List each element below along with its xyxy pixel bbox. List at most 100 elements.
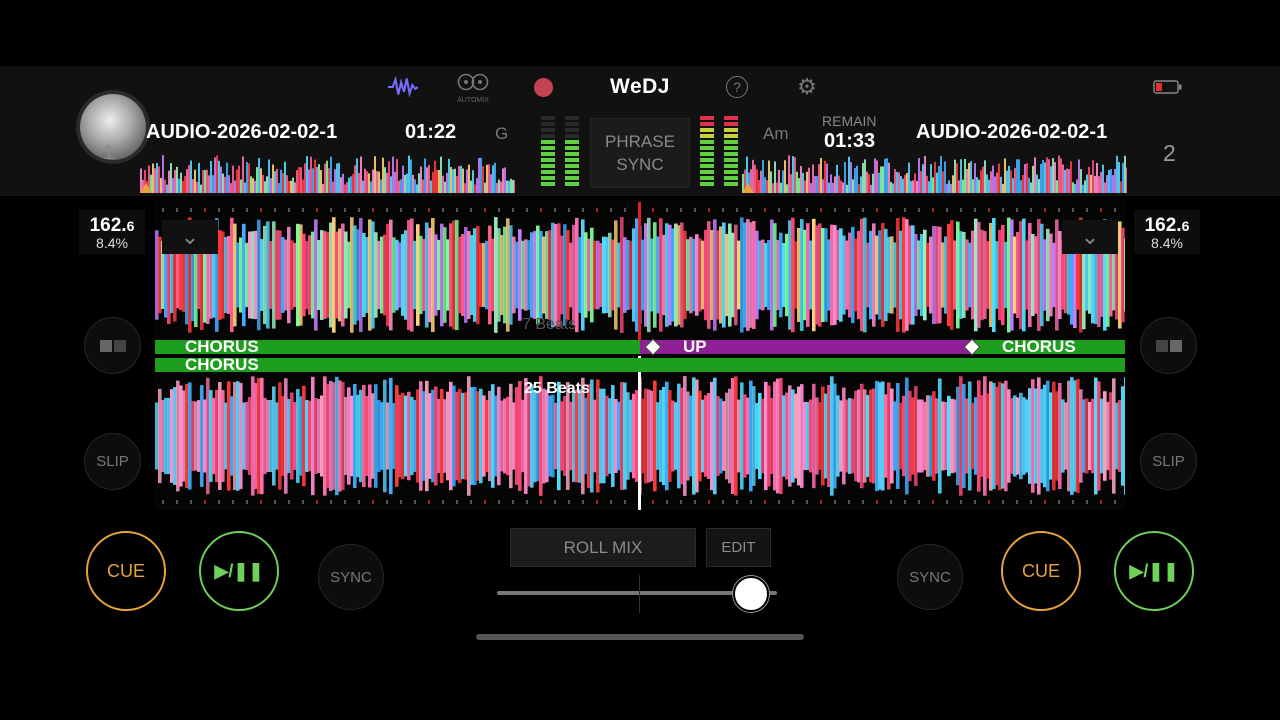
- overview-slice: [154, 168, 156, 193]
- overview-slice: [886, 158, 888, 193]
- overview-slice: [506, 180, 508, 193]
- overview-slice: [192, 179, 194, 193]
- overview-slice: [194, 169, 196, 193]
- overview-slice: [884, 158, 886, 193]
- deck1-overview-waveform[interactable]: [140, 153, 515, 193]
- deck2-overview-waveform[interactable]: [742, 153, 1127, 193]
- deck2-layout-toggle-button[interactable]: [1140, 317, 1197, 374]
- deck2-slip-button[interactable]: SLIP: [1140, 433, 1197, 490]
- overview-slice: [508, 180, 510, 193]
- overview-slice: [190, 160, 192, 193]
- deck1-key: G: [495, 124, 509, 143]
- overview-slice: [938, 165, 940, 193]
- overview-slice: [752, 159, 754, 193]
- overview-slice: [888, 162, 890, 193]
- deck2-level-meter-l: [700, 116, 714, 188]
- waveform-icon[interactable]: [388, 74, 418, 100]
- overview-slice: [422, 179, 424, 193]
- deck2-play-pause-button[interactable]: ▶/❚❚: [1114, 531, 1194, 611]
- roll-mix-button[interactable]: ROLL MIX: [510, 528, 696, 567]
- meter-segment: [565, 158, 579, 162]
- overview-slice: [868, 173, 870, 193]
- deck2-cue-button[interactable]: CUE: [1001, 531, 1081, 611]
- overview-slice: [252, 178, 254, 193]
- deck1-phrase-up-label: UP: [683, 337, 707, 356]
- automix-label: AUTOMIX: [457, 97, 489, 104]
- waveform-display[interactable]: [155, 200, 1128, 510]
- bottom-beats-label: 25 Beats: [524, 380, 590, 397]
- overview-slice: [842, 182, 844, 193]
- deck2-bpm-display[interactable]: 162.6 8.4%: [1134, 210, 1200, 254]
- overview-slice: [792, 156, 794, 193]
- overview-slice: [1058, 155, 1060, 193]
- overview-slice: [258, 157, 260, 193]
- deck1-slip-button[interactable]: SLIP: [84, 433, 141, 490]
- deck1-cue-button[interactable]: CUE: [86, 531, 166, 611]
- waveform-canvas: [155, 202, 1128, 510]
- overview-slice: [360, 156, 362, 193]
- record-icon[interactable]: [534, 78, 553, 97]
- overview-slice: [176, 166, 178, 193]
- overview-slice: [406, 173, 408, 193]
- deck1-track-title[interactable]: AUDIO-2026-02-02-1: [146, 121, 362, 144]
- overview-slice: [394, 171, 396, 193]
- deck2-remain-label: REMAIN: [822, 113, 877, 129]
- overview-slice: [800, 166, 802, 193]
- overview-slice: [1008, 165, 1010, 193]
- overview-slice: [1126, 167, 1127, 193]
- overview-slice: [882, 166, 884, 193]
- overview-slice: [414, 179, 416, 193]
- phrase-sync-button[interactable]: PHRASE SYNC: [590, 118, 690, 188]
- overview-slice: [1110, 168, 1112, 193]
- deck2-chevron-down-icon[interactable]: ⌄: [1062, 220, 1118, 254]
- overview-slice: [466, 169, 468, 193]
- deck1-layout-toggle-button[interactable]: [84, 317, 141, 374]
- help-icon[interactable]: ?: [726, 76, 748, 98]
- overview-slice: [242, 156, 244, 193]
- crossfader-handle[interactable]: [733, 576, 769, 612]
- overview-slice: [900, 175, 902, 193]
- overview-slice: [918, 158, 920, 193]
- edit-button[interactable]: EDIT: [706, 528, 771, 567]
- overview-slice: [984, 160, 986, 193]
- overview-slice: [818, 164, 820, 193]
- overview-slice: [440, 156, 442, 193]
- overview-slice: [1054, 162, 1056, 193]
- overview-slice: [982, 166, 984, 193]
- automix-icon[interactable]: AUTOMIX: [456, 73, 490, 104]
- overview-slice: [424, 158, 426, 193]
- overview-slice: [826, 163, 828, 193]
- overview-slice: [798, 178, 800, 193]
- overview-slice: [168, 170, 170, 193]
- deck1-sync-button[interactable]: SYNC: [318, 544, 384, 610]
- overview-slice: [928, 181, 930, 193]
- meter-segment: [565, 134, 579, 138]
- overview-slice: [238, 165, 240, 193]
- deck2-track-title[interactable]: AUDIO-2026-02-02-1: [916, 121, 1132, 144]
- overview-slice: [804, 180, 806, 193]
- deck1-chevron-down-icon[interactable]: ⌄: [162, 220, 218, 254]
- overview-slice: [244, 182, 246, 193]
- deck2-sync-button[interactable]: SYNC: [897, 544, 963, 610]
- overview-slice: [372, 169, 374, 193]
- overview-slice: [894, 169, 896, 193]
- deck1-play-pause-button[interactable]: ▶/❚❚: [199, 531, 279, 611]
- overview-slice: [514, 180, 515, 193]
- overview-slice: [374, 156, 376, 193]
- meter-segment: [700, 116, 714, 120]
- meter-segment: [724, 116, 738, 120]
- overview-slice: [226, 162, 228, 193]
- overview-slice: [390, 176, 392, 193]
- overview-slice: [1000, 176, 1002, 193]
- overview-slice: [1034, 157, 1036, 193]
- overview-slice: [270, 178, 272, 193]
- overview-slice: [512, 179, 514, 193]
- overview-slice: [898, 172, 900, 193]
- deck1-bpm-display[interactable]: 162.6 8.4%: [79, 210, 145, 254]
- settings-icon[interactable]: ⚙: [796, 76, 818, 98]
- overview-slice: [880, 166, 882, 193]
- overview-slice: [1106, 175, 1108, 193]
- deck2-number: 2: [1163, 140, 1176, 166]
- overview-slice: [450, 167, 452, 193]
- layout-icon: [99, 339, 126, 352]
